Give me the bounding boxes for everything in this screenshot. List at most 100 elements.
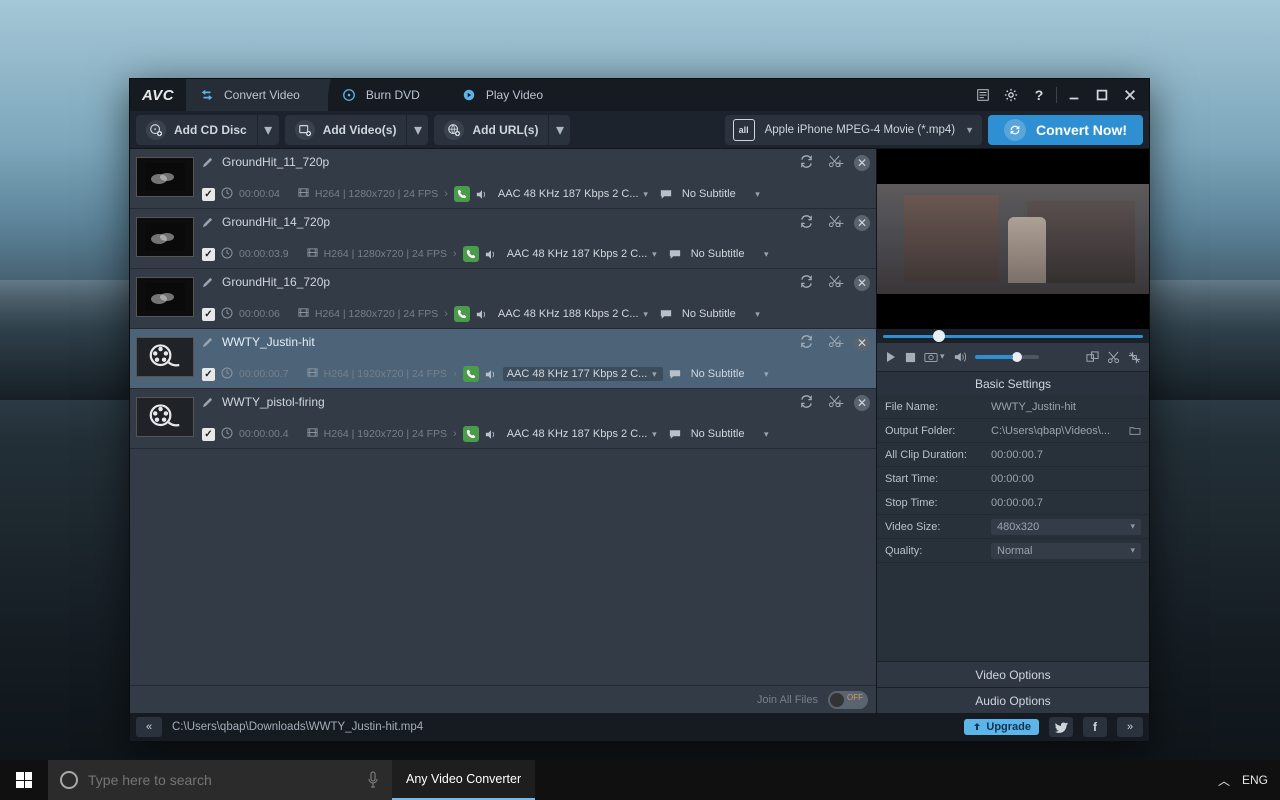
item-thumbnail[interactable] [136,337,194,377]
file-list-pane: + ✕ GroundHit_11_720p ✓ 00:00:0 [130,149,877,713]
subtitle-icon [669,369,681,380]
film-icon [307,427,318,441]
remove-item-button[interactable]: ✕ [854,275,870,291]
add-cd-dropdown[interactable]: ▾ [257,115,279,145]
add-clip-button[interactable]: + [832,395,848,411]
tab-burn-dvd[interactable]: Burn DVD [328,79,448,111]
list-item[interactable]: + ✕ GroundHit_14_720p ✓ 00:00:0 [130,209,876,269]
start-time-value[interactable]: 00:00:00 [991,473,1141,485]
edit-icon[interactable] [202,395,216,409]
item-thumbnail[interactable] [136,277,194,317]
snapshot-button[interactable]: ▾ [924,351,945,363]
convert-now-button[interactable]: Convert Now! [988,115,1143,145]
list-item[interactable]: + ✕ WWTY_pistol-firing ✓ 00:00: [130,389,876,449]
refresh-icon[interactable] [800,155,814,169]
remove-item-button[interactable]: ✕ [854,395,870,411]
expand-button[interactable]: » [1117,717,1143,737]
add-urls[interactable]: Add URL(s) ▾ [434,115,570,145]
subtitle-select[interactable]: No Subtitle▾ [687,367,775,381]
add-urls-dropdown[interactable]: ▾ [548,115,570,145]
remove-item-button[interactable]: ✕ [854,215,870,231]
refresh-icon[interactable] [800,215,814,229]
add-clip-button[interactable]: + [832,155,848,171]
subtitle-select[interactable]: No Subtitle▾ [687,247,775,261]
twitter-button[interactable] [1049,717,1073,737]
item-checkbox[interactable]: ✓ [202,248,215,261]
audio-options-button[interactable]: Audio Options [877,687,1149,713]
minimize-button[interactable] [1063,84,1085,106]
add-videos-dropdown[interactable]: ▾ [406,115,428,145]
add-clip-button[interactable]: + [832,215,848,231]
cut-button[interactable] [1107,351,1120,364]
list-item[interactable]: + ✕ GroundHit_11_720p ✓ 00:00:0 [130,149,876,209]
item-checkbox[interactable]: ✓ [202,428,215,441]
video-preview[interactable] [877,149,1149,329]
subtitle-select[interactable]: No Subtitle▾ [678,307,766,321]
add-cd-disc[interactable]: Add CD Disc ▾ [136,115,279,145]
seek-bar[interactable] [877,329,1149,343]
item-checkbox[interactable]: ✓ [202,368,215,381]
play-button[interactable] [885,351,897,363]
volume-slider[interactable] [975,355,1039,359]
volume-icon[interactable] [953,351,967,363]
audio-track-select[interactable]: AAC 48 KHz 187 Kbps 2 C...▾ [503,427,663,441]
maximize-button[interactable] [1091,84,1113,106]
detach-button[interactable] [1086,351,1099,364]
log-button[interactable] [972,84,994,106]
tab-convert-video[interactable]: Convert Video [186,79,328,111]
item-thumbnail[interactable] [136,397,194,437]
output-format-select[interactable]: all Apple iPhone MPEG-4 Movie (*.mp4) ▼ [725,115,982,145]
search-input[interactable] [88,772,356,788]
tray-chevron-icon[interactable]: ︿ [1218,772,1230,789]
stop-button[interactable] [905,352,916,363]
audio-track-select[interactable]: AAC 48 KHz 188 Kbps 2 C...▾ [494,307,654,321]
add-clip-button[interactable]: + [832,275,848,291]
remove-item-button[interactable]: ✕ [854,155,870,171]
quality-select[interactable]: Normal [991,543,1141,559]
refresh-icon[interactable] [800,335,814,349]
settings-button[interactable] [1000,84,1022,106]
refresh-icon[interactable] [800,275,814,289]
upgrade-button[interactable]: Upgrade [964,719,1039,735]
edit-icon[interactable] [202,335,216,349]
subtitle-select[interactable]: No Subtitle▾ [678,187,766,201]
audio-track-select[interactable]: AAC 48 KHz 187 Kbps 2 C...▾ [494,187,654,201]
player-controls: ▾ [877,343,1149,371]
list-item[interactable]: + ✕ GroundHit_16_720p ✓ 00:00:0 [130,269,876,329]
item-thumbnail[interactable] [136,217,194,257]
audio-track-select[interactable]: AAC 48 KHz 187 Kbps 2 C...▾ [503,247,663,261]
item-duration: 00:00:06 [239,308,280,320]
edit-icon[interactable] [202,155,216,169]
taskbar-search[interactable] [48,760,392,800]
add-clip-button[interactable]: + [832,335,848,351]
remove-item-button[interactable]: ✕ [854,335,870,351]
mic-icon[interactable] [366,771,380,789]
help-button[interactable]: ? [1028,84,1050,106]
item-thumbnail[interactable] [136,157,194,197]
join-all-bar: Join All Files [130,685,876,713]
stop-time-value[interactable]: 00:00:00.7 [991,497,1141,509]
start-button[interactable] [0,760,48,800]
filename-value[interactable]: WWTY_Justin-hit [991,401,1141,413]
taskbar-app[interactable]: Any Video Converter [392,760,535,800]
crop-button[interactable] [1128,351,1141,364]
collapse-button[interactable]: « [136,717,162,737]
edit-icon[interactable] [202,275,216,289]
refresh-icon[interactable] [800,395,814,409]
video-options-button[interactable]: Video Options [877,661,1149,687]
language-indicator[interactable]: ENG [1242,773,1268,787]
tab-play-video[interactable]: Play Video [448,79,571,111]
video-size-select[interactable]: 480x320 [991,519,1141,535]
output-folder-value[interactable]: C:\Users\qbap\Videos\... [991,425,1141,437]
list-item[interactable]: + ✕ WWTY_Justin-hit ✓ 00:00:00. [130,329,876,389]
facebook-button[interactable]: f [1083,717,1107,737]
subtitle-select[interactable]: No Subtitle▾ [687,427,775,441]
edit-icon[interactable] [202,215,216,229]
taskbar: Any Video Converter ︿ ENG [0,760,1280,800]
join-all-toggle[interactable] [828,691,868,709]
item-checkbox[interactable]: ✓ [202,188,215,201]
add-videos[interactable]: Add Video(s) ▾ [285,115,429,145]
item-checkbox[interactable]: ✓ [202,308,215,321]
audio-track-select[interactable]: AAC 48 KHz 177 Kbps 2 C...▾ [503,367,663,381]
close-button[interactable] [1119,84,1141,106]
